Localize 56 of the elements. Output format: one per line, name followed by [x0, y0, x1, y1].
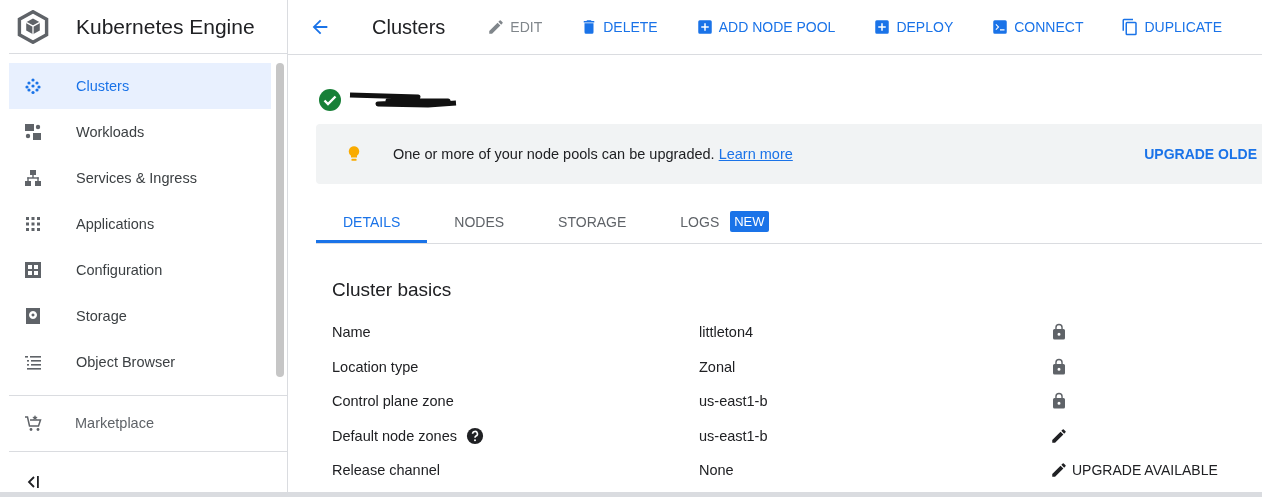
toolbar-button[interactable]: DEPLOY [873, 18, 954, 36]
lock-icon [1050, 323, 1068, 342]
nav-item[interactable]: Services & Ingress [9, 155, 271, 202]
hierarchy-icon [24, 169, 42, 188]
lock-icon [1050, 357, 1068, 376]
nav-item[interactable]: Configuration [9, 247, 271, 294]
lightbulb-icon [348, 145, 360, 163]
nav-item[interactable]: Applications [9, 201, 271, 248]
section-heading: Cluster basics [332, 279, 453, 301]
product-title: Kubernetes Engine [76, 14, 255, 39]
toolbar-button[interactable]: DUPLICATE [1121, 18, 1222, 36]
blocks-icon [24, 123, 42, 142]
nav-item[interactable]: Object Browser [9, 339, 271, 386]
tab[interactable]: STORAGE [531, 205, 654, 243]
field-label: Release channel [332, 462, 441, 479]
field-value: us-east1-b [699, 427, 768, 444]
nav-item[interactable]: Marketplace [9, 395, 287, 452]
dots-cluster-icon [24, 77, 42, 96]
pencil-icon [487, 18, 506, 36]
tab[interactable]: DETAILS [316, 205, 428, 243]
list-icon [24, 353, 42, 372]
terminal-icon [991, 18, 1010, 36]
scrollbar[interactable] [276, 63, 284, 378]
toolbar-button[interactable]: ADD NODE POOL [695, 18, 836, 36]
learn-more-link[interactable]: Learn more [718, 146, 793, 162]
page-title: Clusters [372, 15, 446, 39]
grid-icon [24, 215, 42, 234]
toolbar-button[interactable]: CONNECT [991, 18, 1084, 36]
add-box-icon [695, 18, 714, 36]
tab[interactable]: LOGS NEW [653, 205, 796, 243]
collapse-icon[interactable] [27, 476, 41, 488]
field-label: Location type [332, 358, 419, 375]
help-icon[interactable] [465, 426, 484, 445]
notice-text: One or more of your node pools can be upgraded. Learn more [393, 146, 793, 162]
field-value: us-east1-b [699, 393, 768, 410]
lock-icon [1050, 392, 1068, 411]
pencil-icon[interactable] [1050, 426, 1068, 445]
toolbar-button[interactable]: DELETE [580, 18, 658, 36]
upgrade-available-button[interactable]: UPGRADE AVAILABLE [1050, 461, 1218, 480]
field-label: Default node zones [332, 427, 457, 444]
copy-icon [1121, 18, 1140, 36]
field-label: Control plane zone [332, 393, 454, 410]
field-value: Zonal [699, 358, 736, 375]
upgrade-button[interactable]: UPGRADE OLDE [1144, 146, 1257, 162]
new-badge: NEW [730, 211, 769, 232]
add-box-icon [873, 18, 892, 36]
cart-icon [24, 414, 42, 433]
nav-item[interactable]: Clusters [9, 63, 271, 110]
nav-item[interactable]: Storage [9, 293, 271, 340]
field-label: Name [332, 324, 371, 341]
nav-item[interactable]: Workloads [9, 109, 271, 156]
field-value: None [699, 462, 734, 479]
tab[interactable]: NODES [427, 205, 532, 243]
field-value: littleton4 [699, 324, 753, 341]
pencil-icon [1050, 461, 1068, 480]
hexagon-cube-logo [16, 9, 50, 44]
